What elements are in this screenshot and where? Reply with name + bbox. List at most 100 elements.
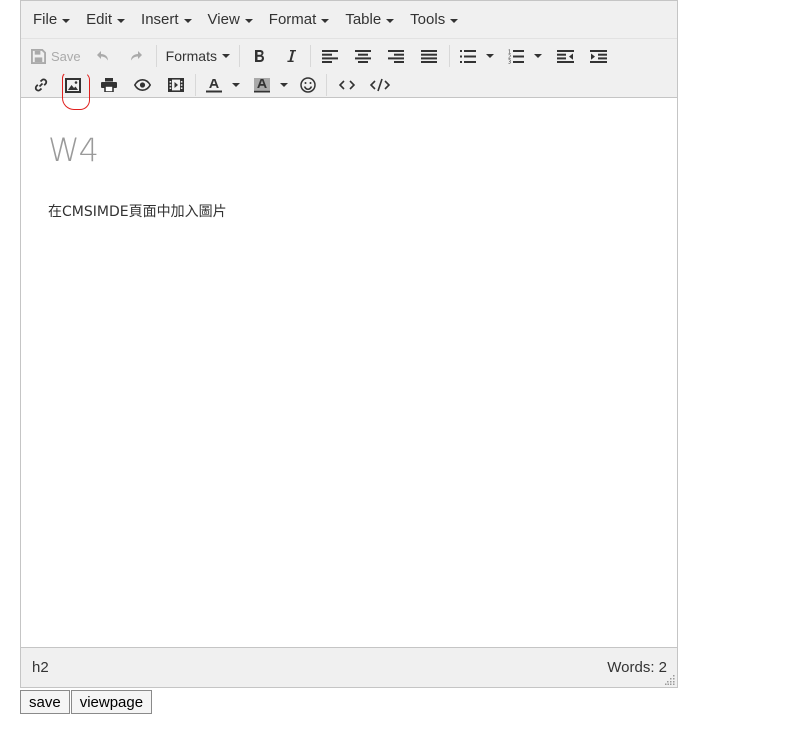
bullet-list-button[interactable] — [453, 43, 483, 69]
italic-button[interactable] — [275, 43, 307, 69]
text-color-icon — [206, 78, 222, 92]
bullet-list-style-dropdown[interactable] — [483, 43, 497, 69]
numbered-list-button[interactable]: 123 — [501, 43, 531, 69]
bold-button[interactable] — [243, 43, 275, 69]
page-actions: save viewpage — [20, 690, 153, 714]
menubar: File Edit Insert View Format Table Tools — [21, 1, 677, 39]
caret-down-icon — [450, 18, 459, 23]
menu-view-label: View — [207, 11, 240, 28]
svg-text:3: 3 — [508, 59, 511, 64]
formats-dropdown[interactable]: Formats — [160, 43, 236, 69]
numbered-list-icon: 123 — [508, 49, 524, 64]
source-code-button[interactable] — [363, 72, 396, 98]
insert-link-button[interactable] — [25, 72, 56, 98]
menu-format-label: Format — [268, 11, 317, 28]
statusbar: h2 Words: 2 — [21, 647, 677, 687]
align-left-icon — [322, 49, 339, 63]
formats-dropdown-label: Formats — [165, 48, 217, 64]
align-justify-button[interactable] — [413, 43, 446, 69]
eye-icon — [134, 79, 151, 91]
source-code-icon — [369, 78, 390, 92]
code-icon — [338, 80, 355, 90]
menu-edit[interactable]: Edit — [78, 5, 133, 35]
italic-icon — [287, 50, 296, 62]
align-justify-icon — [421, 49, 438, 63]
menu-table[interactable]: Table — [337, 5, 402, 35]
print-button[interactable] — [92, 72, 126, 98]
viewpage-button[interactable]: viewpage — [70, 690, 153, 714]
menu-file[interactable]: File — [25, 5, 78, 35]
content-paragraph: 在CMSIMDE頁面中加入圖片 — [48, 204, 227, 220]
caret-down-icon — [183, 18, 192, 23]
menu-edit-label: Edit — [86, 11, 113, 28]
outdent-button[interactable] — [549, 43, 582, 69]
numbered-list-style-dropdown[interactable] — [531, 43, 545, 69]
bullet-list-icon — [459, 49, 476, 63]
toolbar-divider — [309, 45, 311, 67]
element-path[interactable]: h2 — [32, 659, 49, 676]
align-left-button[interactable] — [314, 43, 347, 69]
preview-button[interactable] — [126, 72, 159, 98]
insert-media-button[interactable] — [159, 72, 192, 98]
align-center-icon — [355, 49, 372, 63]
menu-insert[interactable]: Insert — [133, 5, 200, 35]
caret-down-icon — [232, 83, 240, 87]
toolbar-row-2 — [25, 71, 396, 99]
toolbar: Save Formats 1 2 3 — [21, 39, 677, 98]
menu-table-label: Table — [345, 11, 382, 28]
toolbar-row-1: Save Formats 1 2 3 — [25, 42, 615, 70]
caret-down-icon — [221, 54, 230, 58]
menu-tools[interactable]: Tools — [402, 5, 466, 35]
save-icon — [31, 48, 46, 64]
image-icon — [65, 77, 81, 93]
caret-down-icon — [244, 18, 253, 23]
caret-down-icon — [280, 83, 288, 87]
save-button[interactable]: save — [20, 690, 70, 714]
caret-down-icon — [485, 54, 494, 58]
caret-down-icon — [117, 18, 126, 23]
background-color-dropdown[interactable] — [277, 72, 291, 98]
toolbar-divider — [238, 45, 240, 67]
undo-button[interactable] — [87, 43, 120, 69]
toolbar-divider — [448, 45, 450, 67]
undo-icon — [97, 51, 109, 61]
caret-down-icon — [62, 18, 71, 23]
film-icon — [167, 78, 184, 92]
content-heading: W4 — [48, 131, 99, 169]
save-toolbar-button[interactable]: Save — [25, 43, 87, 69]
align-right-button[interactable] — [380, 43, 413, 69]
emoticons-button[interactable] — [293, 72, 323, 98]
editor-content-area[interactable]: W4 在CMSIMDE頁面中加入圖片 — [21, 98, 677, 648]
menu-view[interactable]: View — [200, 5, 261, 35]
toolbar-divider — [155, 45, 157, 67]
text-color-dropdown[interactable] — [229, 72, 243, 98]
menu-insert-label: Insert — [141, 11, 179, 28]
align-center-button[interactable] — [347, 43, 380, 69]
indent-button[interactable] — [582, 43, 615, 69]
print-icon — [101, 78, 117, 92]
word-count: Words: 2 — [607, 659, 667, 676]
redo-icon — [131, 51, 143, 61]
align-right-icon — [388, 49, 405, 63]
bold-icon — [254, 50, 264, 62]
smiley-icon — [300, 77, 316, 93]
menu-file-label: File — [33, 11, 58, 28]
save-toolbar-label: Save — [51, 48, 81, 64]
code-sample-button[interactable] — [330, 72, 363, 98]
indent-icon — [589, 49, 607, 63]
caret-down-icon — [321, 18, 330, 23]
background-color-button[interactable] — [247, 72, 277, 98]
resize-grip-icon[interactable] — [665, 675, 675, 685]
caret-down-icon — [533, 54, 542, 58]
text-color-button[interactable] — [199, 72, 229, 98]
background-color-icon — [254, 77, 270, 92]
menu-format[interactable]: Format — [261, 5, 338, 35]
toolbar-divider — [195, 74, 196, 96]
redo-button[interactable] — [120, 43, 153, 69]
outdent-icon — [556, 49, 574, 63]
toolbar-divider — [326, 74, 327, 96]
rich-text-editor: File Edit Insert View Format Table Tools… — [20, 0, 678, 688]
insert-image-button[interactable] — [56, 72, 90, 98]
link-icon — [34, 78, 47, 92]
menu-tools-label: Tools — [410, 11, 446, 28]
